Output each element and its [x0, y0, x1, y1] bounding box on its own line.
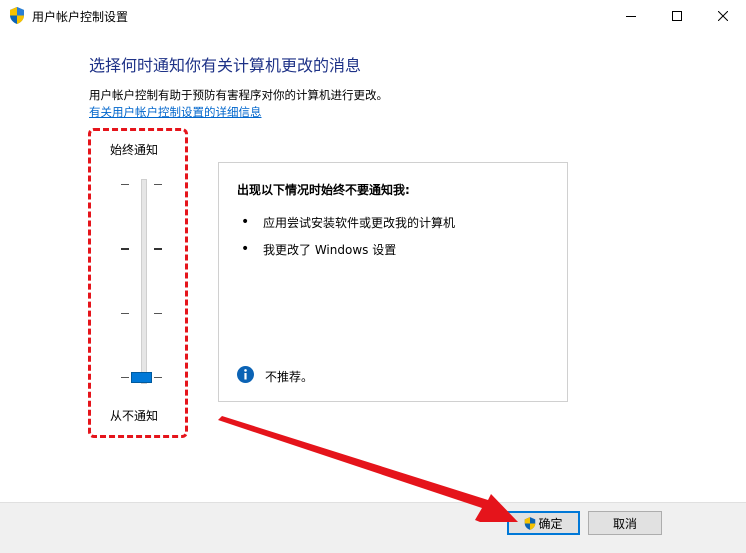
slider-tick: [121, 184, 129, 185]
slider-tick: [154, 313, 162, 314]
slider-tick: [121, 313, 129, 314]
uac-shield-icon: [10, 7, 24, 24]
maximize-button[interactable]: [654, 0, 700, 31]
cancel-button-label: 取消: [612, 516, 637, 531]
slider-thumb[interactable]: [131, 372, 152, 383]
annotation-highlight-box: [88, 128, 188, 438]
slider-tick: [154, 377, 162, 378]
slider-bottom-label: 从不通知: [110, 409, 159, 423]
not-recommended-note: 不推荐。: [265, 370, 314, 384]
slider-tick: [121, 248, 129, 250]
bullet-marker: •: [241, 214, 250, 230]
cancel-button[interactable]: 取消: [588, 511, 662, 535]
bullet-item: 我更改了 Windows 设置: [263, 243, 397, 257]
close-button[interactable]: [700, 0, 746, 31]
bullet-marker: •: [241, 241, 250, 257]
ok-button[interactable]: 确定: [507, 511, 580, 535]
maximize-icon: [672, 10, 682, 21]
minimize-button[interactable]: [608, 0, 654, 31]
panel-title: 出现以下情况时始终不要通知我:: [237, 183, 410, 197]
description-text: 用户帐户控制有助于预防有害程序对你的计算机进行更改。: [89, 88, 388, 102]
minimize-icon: [626, 15, 636, 17]
details-link[interactable]: 有关用户帐户控制设置的详细信息: [89, 104, 262, 120]
slider-top-label: 始终通知: [110, 143, 159, 157]
uac-shield-icon: [525, 516, 536, 530]
ok-button-label: 确定: [538, 516, 563, 531]
close-icon: [718, 10, 728, 21]
page-heading: 选择何时通知你有关计算机更改的消息: [89, 56, 362, 75]
slider-track[interactable]: [141, 179, 147, 384]
window-title: 用户帐户控制设置: [32, 10, 129, 24]
bullet-item: 应用尝试安装软件或更改我的计算机: [263, 216, 456, 230]
slider-tick: [121, 377, 129, 378]
info-icon: [237, 366, 254, 383]
title-bar: 用户帐户控制设置: [0, 0, 746, 31]
slider-tick: [154, 184, 162, 185]
slider-tick: [154, 248, 162, 250]
info-panel: [218, 162, 568, 402]
